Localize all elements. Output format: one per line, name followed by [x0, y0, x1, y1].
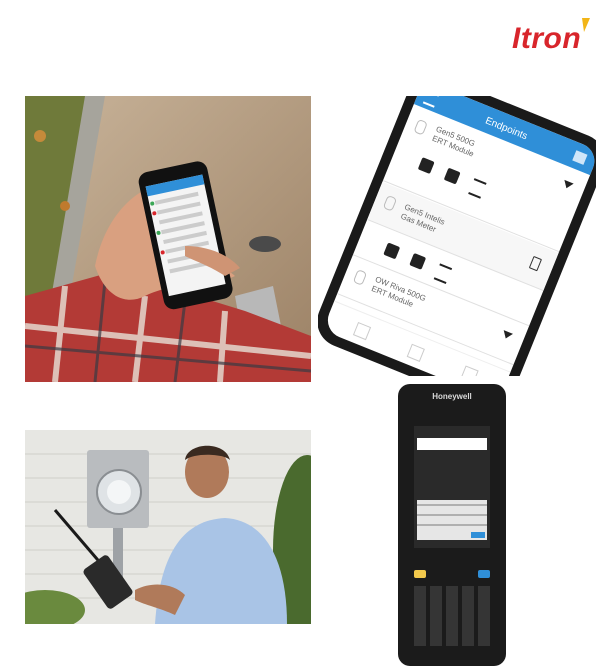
phone-device: Endpoints Gen5 500G ERT Module Gen5 Inte… — [318, 96, 596, 376]
nav-home-icon[interactable] — [352, 321, 372, 341]
street-phone-illustration — [25, 96, 311, 382]
nav-list-icon[interactable] — [406, 343, 425, 362]
itron-logo-text: Itron — [512, 22, 582, 55]
keypad-blue-key[interactable] — [478, 570, 490, 578]
chart-icon[interactable] — [383, 242, 401, 260]
physical-keypad — [414, 560, 490, 652]
itron-logo: Itron — [512, 18, 596, 58]
checklist-icon[interactable] — [409, 252, 427, 270]
handheld-screen — [414, 426, 490, 548]
phone-app-render: Endpoints Gen5 500G ERT Module Gen5 Inte… — [318, 96, 596, 376]
meter-reader-photo — [25, 430, 311, 624]
chart-icon[interactable] — [417, 157, 435, 175]
flame-icon — [352, 269, 368, 286]
flame-icon — [382, 194, 398, 212]
nav-menu-icon[interactable] — [460, 365, 479, 376]
mobile-icon — [528, 255, 543, 272]
settings-sliders-icon[interactable] — [468, 178, 487, 199]
street-phone-photo — [25, 96, 311, 382]
signal-icon — [561, 179, 574, 191]
handheld-text-field[interactable] — [417, 438, 487, 450]
handheld-device-photo: Honeywell — [392, 382, 512, 668]
handheld-brand: Honeywell — [432, 392, 472, 401]
checklist-icon[interactable] — [443, 167, 461, 185]
settings-sliders-icon[interactable] — [433, 263, 453, 285]
flame-icon — [413, 118, 428, 136]
signal-icon — [501, 330, 513, 341]
onscreen-keyboard[interactable] — [417, 500, 487, 540]
keyboard-enter-key[interactable] — [471, 532, 485, 538]
keypad-grid[interactable] — [414, 586, 490, 646]
meter-reader-illustration — [25, 430, 311, 624]
keypad-yellow-key[interactable] — [414, 570, 426, 578]
phone-screen: Endpoints Gen5 500G ERT Module Gen5 Inte… — [322, 96, 596, 376]
logo-spark-icon — [582, 18, 590, 32]
